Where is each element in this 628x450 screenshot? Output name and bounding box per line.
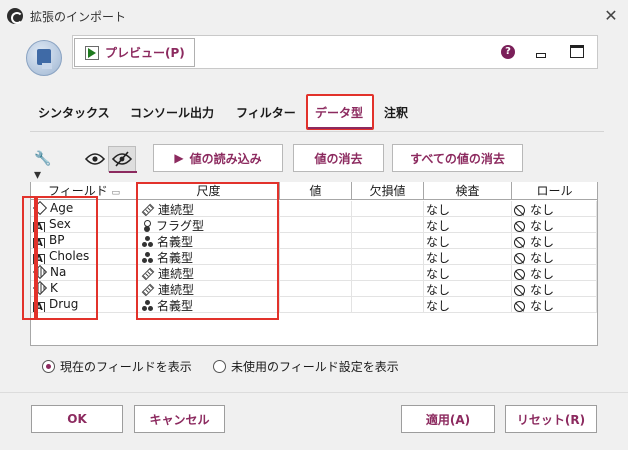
value-cell[interactable] bbox=[280, 281, 352, 297]
role-cell[interactable]: なし bbox=[512, 201, 597, 217]
role-label: なし bbox=[530, 267, 555, 281]
apply-button[interactable]: 適用(A) bbox=[401, 405, 495, 433]
role-cell[interactable]: なし bbox=[512, 249, 597, 265]
radio-label: 未使用のフィールド設定を表示 bbox=[231, 360, 399, 374]
check-cell[interactable]: なし bbox=[424, 217, 512, 233]
check-cell[interactable]: なし bbox=[424, 265, 512, 281]
missing-cell[interactable] bbox=[352, 265, 424, 281]
play-icon bbox=[85, 45, 99, 60]
role-label: なし bbox=[530, 251, 555, 265]
help-icon[interactable]: ? bbox=[501, 45, 515, 59]
clear-values-button[interactable]: 値の消去 bbox=[293, 144, 384, 172]
eye-off-icon bbox=[112, 151, 132, 167]
missing-cell[interactable] bbox=[352, 297, 424, 313]
close-icon: ✕ bbox=[604, 6, 618, 25]
preview-button[interactable]: プレビュー(P) bbox=[74, 38, 195, 67]
role-cell[interactable]: なし bbox=[512, 281, 597, 297]
no-role-icon bbox=[514, 301, 525, 312]
column-header-value[interactable]: 値 bbox=[280, 182, 352, 200]
role-cell[interactable]: なし bbox=[512, 265, 597, 281]
active-tab-indicator bbox=[308, 127, 372, 129]
radio-unused-fields[interactable]: 未使用のフィールド設定を表示 bbox=[213, 358, 399, 375]
check-cell[interactable]: なし bbox=[424, 233, 512, 249]
tab-console-output[interactable]: コンソール出力 bbox=[130, 104, 214, 121]
check-cell[interactable]: なし bbox=[424, 249, 512, 265]
role-label: なし bbox=[530, 283, 555, 297]
no-role-icon bbox=[514, 253, 525, 264]
measure-column-highlight bbox=[136, 182, 279, 320]
field-name-highlight bbox=[34, 196, 98, 320]
role-cell[interactable]: なし bbox=[512, 233, 597, 249]
missing-cell[interactable] bbox=[352, 281, 424, 297]
import-node-icon bbox=[26, 40, 62, 76]
radio-dot bbox=[213, 360, 226, 373]
play-icon: ▶ bbox=[174, 151, 184, 165]
app-icon bbox=[7, 8, 23, 24]
role-cell[interactable]: なし bbox=[512, 297, 597, 313]
read-values-label: 値の読み込み bbox=[189, 151, 262, 166]
value-cell[interactable] bbox=[280, 249, 352, 265]
clear-all-values-button[interactable]: すべての値の消去 bbox=[392, 144, 523, 172]
cancel-button[interactable]: キャンセル bbox=[134, 405, 225, 433]
value-cell[interactable] bbox=[280, 233, 352, 249]
radio-current-fields[interactable]: 現在のフィールドを表示 bbox=[42, 358, 192, 375]
show-fields-button[interactable] bbox=[82, 146, 108, 172]
missing-cell[interactable] bbox=[352, 217, 424, 233]
preview-label: プレビュー(P) bbox=[105, 46, 185, 60]
reset-button[interactable]: リセット(R) bbox=[505, 405, 597, 433]
value-cell[interactable] bbox=[280, 265, 352, 281]
missing-cell[interactable] bbox=[352, 249, 424, 265]
check-cell[interactable]: なし bbox=[424, 201, 512, 217]
value-cell[interactable] bbox=[280, 201, 352, 217]
check-cell[interactable]: なし bbox=[424, 297, 512, 313]
tab-divider bbox=[30, 131, 604, 132]
close-button[interactable]: ✕ bbox=[596, 2, 626, 30]
ok-button[interactable]: OK bbox=[31, 405, 123, 433]
wrench-icon[interactable]: 🔧▾ bbox=[34, 151, 56, 183]
value-cell[interactable] bbox=[280, 297, 352, 313]
no-role-icon bbox=[514, 237, 525, 248]
missing-cell[interactable] bbox=[352, 233, 424, 249]
footer-divider bbox=[0, 392, 628, 393]
radio-dot bbox=[42, 360, 55, 373]
maximize-icon[interactable] bbox=[570, 45, 584, 58]
missing-cell[interactable] bbox=[352, 201, 424, 217]
no-role-icon bbox=[514, 205, 525, 216]
read-values-button[interactable]: ▶ 値の読み込み bbox=[153, 144, 283, 172]
value-cell[interactable] bbox=[280, 217, 352, 233]
no-role-icon bbox=[514, 221, 525, 232]
check-cell[interactable]: なし bbox=[424, 281, 512, 297]
column-header-check[interactable]: 検査 bbox=[424, 182, 512, 200]
role-label: なし bbox=[530, 235, 555, 249]
role-label: なし bbox=[530, 203, 555, 217]
no-role-icon bbox=[514, 285, 525, 296]
tab-filter[interactable]: フィルター bbox=[236, 104, 296, 121]
no-role-icon bbox=[514, 269, 525, 280]
tab-annotation[interactable]: 注釈 bbox=[384, 104, 408, 121]
radio-label: 現在のフィールドを表示 bbox=[60, 360, 192, 374]
tab-data-type[interactable]: データ型 bbox=[315, 104, 363, 121]
column-header-role[interactable]: ロール bbox=[512, 182, 597, 200]
sort-icon: ▭ bbox=[111, 188, 121, 198]
hide-fields-button[interactable] bbox=[108, 146, 137, 173]
column-header-missing[interactable]: 欠損値 bbox=[352, 182, 424, 200]
eye-icon bbox=[85, 153, 105, 165]
role-cell[interactable]: なし bbox=[512, 217, 597, 233]
window-title: 拡張のインポート bbox=[30, 10, 127, 24]
role-label: なし bbox=[530, 299, 555, 313]
tab-syntax[interactable]: シンタックス bbox=[38, 104, 110, 121]
role-label: なし bbox=[530, 219, 555, 233]
minimize-icon[interactable] bbox=[536, 53, 546, 58]
